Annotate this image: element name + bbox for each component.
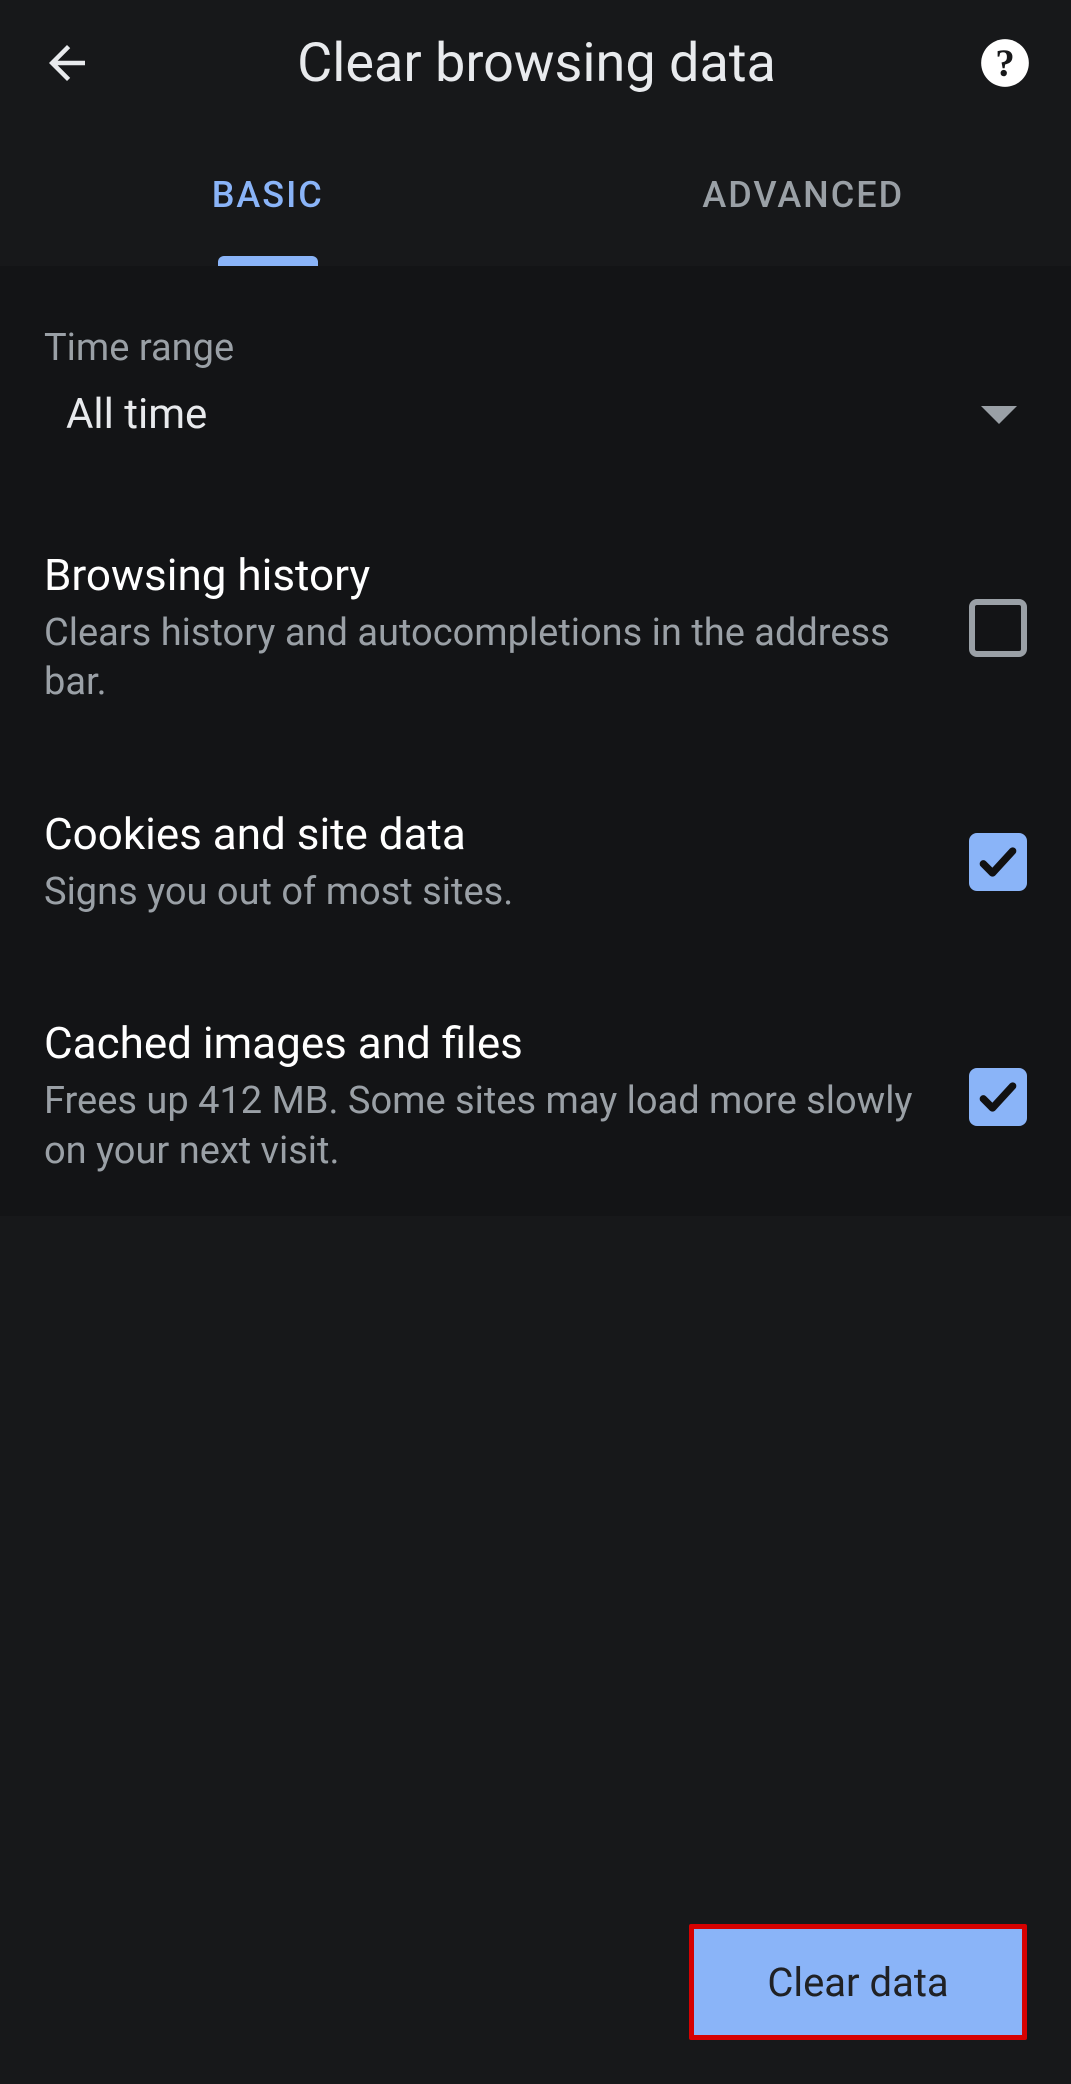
checkbox-cookies[interactable] bbox=[969, 833, 1027, 891]
time-range-label: Time range bbox=[44, 326, 1027, 370]
checkbox-cached[interactable] bbox=[969, 1068, 1027, 1126]
time-range-value: All time bbox=[66, 390, 207, 439]
item-cached[interactable]: Cached images and files Frees up 412 MB.… bbox=[44, 957, 1027, 1216]
page-title: Clear browsing data bbox=[94, 32, 979, 95]
tab-advanced[interactable]: ADVANCED bbox=[536, 126, 1071, 266]
clear-data-button[interactable]: Clear data bbox=[689, 1924, 1027, 2040]
help-icon[interactable]: ? bbox=[979, 37, 1031, 89]
item-subtitle: Clears history and autocompletions in th… bbox=[44, 609, 929, 708]
item-title: Browsing history bbox=[44, 549, 929, 601]
check-icon bbox=[976, 840, 1020, 884]
tab-indicator bbox=[218, 256, 318, 266]
item-title: Cached images and files bbox=[44, 1017, 929, 1069]
tab-advanced-label: ADVANCED bbox=[702, 174, 904, 216]
tab-basic-label: BASIC bbox=[212, 174, 324, 216]
time-range-dropdown[interactable]: All time bbox=[44, 370, 1027, 489]
item-subtitle: Frees up 412 MB. Some sites may load mor… bbox=[44, 1077, 929, 1176]
tab-basic[interactable]: BASIC bbox=[0, 126, 536, 266]
item-subtitle: Signs you out of most sites. bbox=[44, 868, 929, 917]
checkbox-browsing-history[interactable] bbox=[969, 599, 1027, 657]
chevron-down-icon bbox=[981, 406, 1017, 424]
svg-text:?: ? bbox=[995, 42, 1015, 85]
item-browsing-history[interactable]: Browsing history Clears history and auto… bbox=[44, 489, 1027, 748]
clear-data-label: Clear data bbox=[767, 1959, 948, 2006]
item-title: Cookies and site data bbox=[44, 808, 929, 860]
item-cookies[interactable]: Cookies and site data Signs you out of m… bbox=[44, 748, 1027, 957]
back-arrow-icon[interactable] bbox=[40, 36, 94, 90]
check-icon bbox=[976, 1075, 1020, 1119]
